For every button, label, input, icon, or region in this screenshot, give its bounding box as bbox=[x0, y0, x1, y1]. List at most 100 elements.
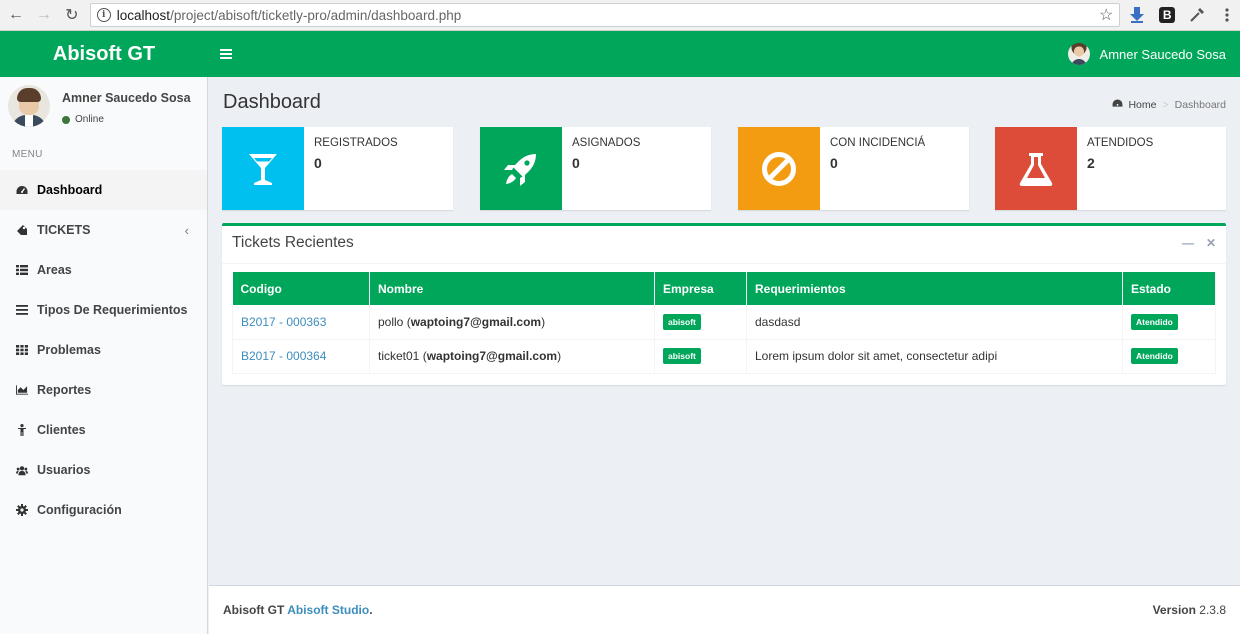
avatar bbox=[8, 85, 50, 127]
breadcrumb-home-link[interactable]: Home bbox=[1128, 99, 1156, 111]
online-dot-icon bbox=[62, 115, 70, 124]
menu-header: MENU bbox=[12, 149, 43, 160]
user-status: Online bbox=[62, 114, 104, 125]
cocktail-glass-icon bbox=[222, 127, 304, 210]
box-tools: — ✕ bbox=[1182, 236, 1216, 250]
sidebar-item-configuracion[interactable]: Configuración bbox=[0, 490, 207, 530]
browser-menu-icon[interactable] bbox=[1214, 3, 1240, 27]
flask-icon bbox=[995, 127, 1077, 210]
url-host: localhost bbox=[116, 7, 171, 23]
version-label: Version bbox=[1152, 603, 1196, 617]
user-menu[interactable]: Amner Saucedo Sosa bbox=[1067, 31, 1226, 77]
sidebar-item-label: Problemas bbox=[37, 343, 101, 357]
url-path: /project/abisoft/ticketly-pro/admin/dash… bbox=[170, 7, 462, 23]
chevron-left-icon: ‹ bbox=[184, 222, 189, 238]
info-box-label: ASIGNADOS bbox=[572, 137, 641, 149]
bootstrap-extension-icon[interactable]: B bbox=[1154, 3, 1180, 27]
user-panel: Amner Saucedo Sosa Online bbox=[0, 77, 207, 141]
table-row: B2017 - 000364 ticket01 (waptoing7@gmail… bbox=[232, 339, 1216, 374]
browser-toolbar: ← → ↻ i localhost/project/abisoft/ticket… bbox=[0, 0, 1240, 31]
company-badge: abisoft bbox=[663, 313, 701, 330]
footer-copyright: Abisoft GT Abisoft Studio. bbox=[223, 603, 373, 617]
page-title: Dashboard bbox=[223, 91, 321, 113]
minus-icon[interactable]: — bbox=[1182, 236, 1194, 250]
sidebar-item-usuarios[interactable]: Usuarios bbox=[0, 450, 207, 490]
recent-tickets-box: Tickets Recientes — ✕ Codigo Nombre Empr… bbox=[222, 223, 1226, 385]
version-number: 2.3.8 bbox=[1199, 603, 1226, 617]
info-box-value: 0 bbox=[572, 155, 580, 171]
sidebar-item-dashboard[interactable]: Dashboard bbox=[0, 170, 207, 210]
divider bbox=[222, 263, 1226, 264]
company-badge: abisoft bbox=[663, 348, 701, 364]
back-icon[interactable]: ← bbox=[4, 3, 28, 27]
info-box-value: 0 bbox=[314, 155, 322, 171]
column-header: Nombre bbox=[369, 272, 655, 305]
ticket-name: ticket01 bbox=[378, 349, 420, 363]
info-box-registrados: REGISTRADOS 0 bbox=[222, 127, 453, 210]
sidebar-item-tickets[interactable]: TICKETS ‹ bbox=[0, 210, 207, 250]
ban-icon bbox=[738, 127, 820, 210]
requirement-cell: Lorem ipsum dolor sit amet, consectetur … bbox=[746, 339, 1123, 374]
sidebar-item-label: Tipos De Requerimientos bbox=[37, 303, 188, 317]
address-bar[interactable]: i localhost/project/abisoft/ticketly-pro… bbox=[89, 3, 1121, 27]
header-user-name: Amner Saucedo Sosa bbox=[1099, 46, 1226, 62]
reload-icon[interactable]: ↻ bbox=[60, 3, 84, 27]
gear-icon bbox=[16, 504, 28, 516]
sidebar-toggle-icon[interactable] bbox=[220, 44, 236, 64]
sidebar-item-label: Areas bbox=[37, 263, 72, 277]
bookmark-star-icon[interactable]: ☆ bbox=[1099, 5, 1113, 25]
sidebar-menu: Dashboard TICKETS ‹ Areas Tipos De Reque… bbox=[0, 170, 207, 530]
status-badge: Atendido bbox=[1131, 348, 1178, 364]
area-chart-icon bbox=[16, 384, 28, 396]
table-row: B2017 - 000363 pollo (waptoing7@gmail.co… bbox=[232, 305, 1216, 340]
sidebar-item-reportes[interactable]: Reportes bbox=[0, 370, 207, 410]
column-header: Estado bbox=[1122, 272, 1216, 305]
info-box-value: 0 bbox=[830, 155, 838, 171]
footer-studio-link[interactable]: Abisoft Studio bbox=[287, 603, 369, 617]
forward-icon[interactable]: → bbox=[32, 3, 56, 27]
sidebar-item-areas[interactable]: Areas bbox=[0, 250, 207, 290]
ticket-name: pollo bbox=[378, 314, 404, 329]
sidebar-user-name: Amner Saucedo Sosa bbox=[62, 91, 191, 105]
list-icon bbox=[16, 304, 28, 316]
info-box-label: CON INCIDENCIÁ bbox=[830, 137, 926, 149]
status-label: Online bbox=[75, 114, 104, 125]
info-box-label: ATENDIDOS bbox=[1087, 137, 1154, 149]
ticket-code-link[interactable]: B2017 - 000364 bbox=[241, 349, 326, 363]
eyedropper-extension-icon[interactable] bbox=[1184, 3, 1210, 27]
status-badge: Atendido bbox=[1131, 313, 1178, 330]
ticket-code-link[interactable]: B2017 - 000363 bbox=[241, 315, 326, 329]
app-header: Abisoft GT Amner Saucedo Sosa bbox=[0, 31, 1240, 77]
dashboard-icon bbox=[16, 184, 28, 196]
sidebar-item-label: Dashboard bbox=[37, 183, 103, 197]
dashboard-icon bbox=[1112, 99, 1123, 111]
info-box-asignados: ASIGNADOS 0 bbox=[480, 127, 711, 210]
sidebar: Amner Saucedo Sosa Online MENU Dashboard… bbox=[0, 77, 208, 634]
info-box-con-incidencia: CON INCIDENCIÁ 0 bbox=[738, 127, 969, 210]
sidebar-item-label: Configuración bbox=[37, 503, 122, 517]
footer: Abisoft GT Abisoft Studio. Version 2.3.8 bbox=[209, 585, 1240, 634]
requirement-cell: dasdasd bbox=[746, 305, 1123, 340]
ticket-name-cell: pollo (waptoing7@gmail.com) bbox=[369, 305, 655, 340]
column-header: Empresa bbox=[654, 272, 747, 305]
sidebar-item-label: Usuarios bbox=[37, 463, 91, 477]
table-icon bbox=[16, 264, 28, 276]
sidebar-item-tipos-de-requerimientos[interactable]: Tipos De Requerimientos bbox=[0, 290, 207, 330]
info-box-atendidos: ATENDIDOS 2 bbox=[995, 127, 1226, 210]
tickets-table: Codigo Nombre Empresa Requerimientos Est… bbox=[232, 272, 1216, 374]
breadcrumb-separator: > bbox=[1162, 99, 1169, 111]
box-title: Tickets Recientes bbox=[232, 234, 354, 251]
brand-logo[interactable]: Abisoft GT bbox=[0, 31, 208, 77]
table-header-row: Codigo Nombre Empresa Requerimientos Est… bbox=[232, 272, 1216, 305]
breadcrumb: Home > Dashboard bbox=[1112, 99, 1226, 111]
content-wrapper: Dashboard Home > Dashboard REGISTRADOS 0… bbox=[209, 77, 1240, 585]
sidebar-item-label: Reportes bbox=[37, 383, 92, 397]
column-header: Codigo bbox=[232, 272, 370, 305]
info-icon[interactable]: i bbox=[96, 8, 111, 22]
breadcrumb-current: Dashboard bbox=[1174, 99, 1226, 111]
sidebar-item-problemas[interactable]: Problemas bbox=[0, 330, 207, 370]
close-icon[interactable]: ✕ bbox=[1206, 236, 1216, 250]
ticket-icon bbox=[16, 224, 28, 236]
sidebar-item-clientes[interactable]: Clientes bbox=[0, 410, 207, 450]
download-extension-icon[interactable] bbox=[1124, 3, 1150, 27]
